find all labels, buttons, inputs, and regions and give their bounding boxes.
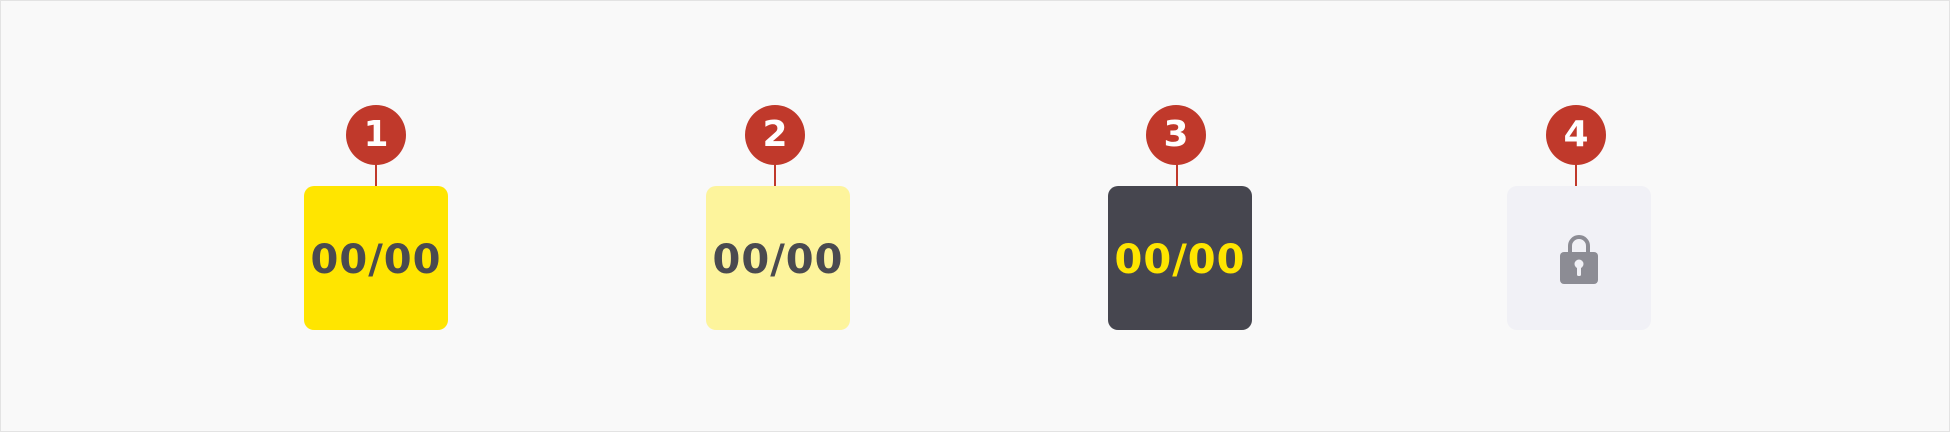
- callout-badge: 2: [745, 105, 805, 165]
- tile-selected[interactable]: 00/00: [1108, 186, 1252, 330]
- state-item-locked: 4: [1507, 1, 1651, 433]
- tile-locked: [1507, 186, 1651, 330]
- state-item-active: 1 00/00: [304, 1, 448, 433]
- callout-line: [375, 163, 377, 188]
- state-item-default: 2 00/00: [706, 1, 850, 433]
- callout-line: [1575, 163, 1577, 188]
- callout-badge: 4: [1546, 105, 1606, 165]
- callout-line: [1176, 163, 1178, 188]
- tile-value: 00/00: [712, 237, 844, 283]
- canvas: 1 00/00 2 00/00 3 00/00 4: [0, 0, 1950, 432]
- state-item-selected: 3 00/00: [1108, 1, 1252, 433]
- tile-value: 00/00: [310, 237, 442, 283]
- callout-badge: 1: [346, 105, 406, 165]
- tile-value: 00/00: [1114, 237, 1246, 283]
- tile-default[interactable]: 00/00: [706, 186, 850, 330]
- callout-line: [774, 163, 776, 188]
- callout-badge: 3: [1146, 105, 1206, 165]
- tile-active[interactable]: 00/00: [304, 186, 448, 330]
- lock-icon: [1560, 235, 1598, 284]
